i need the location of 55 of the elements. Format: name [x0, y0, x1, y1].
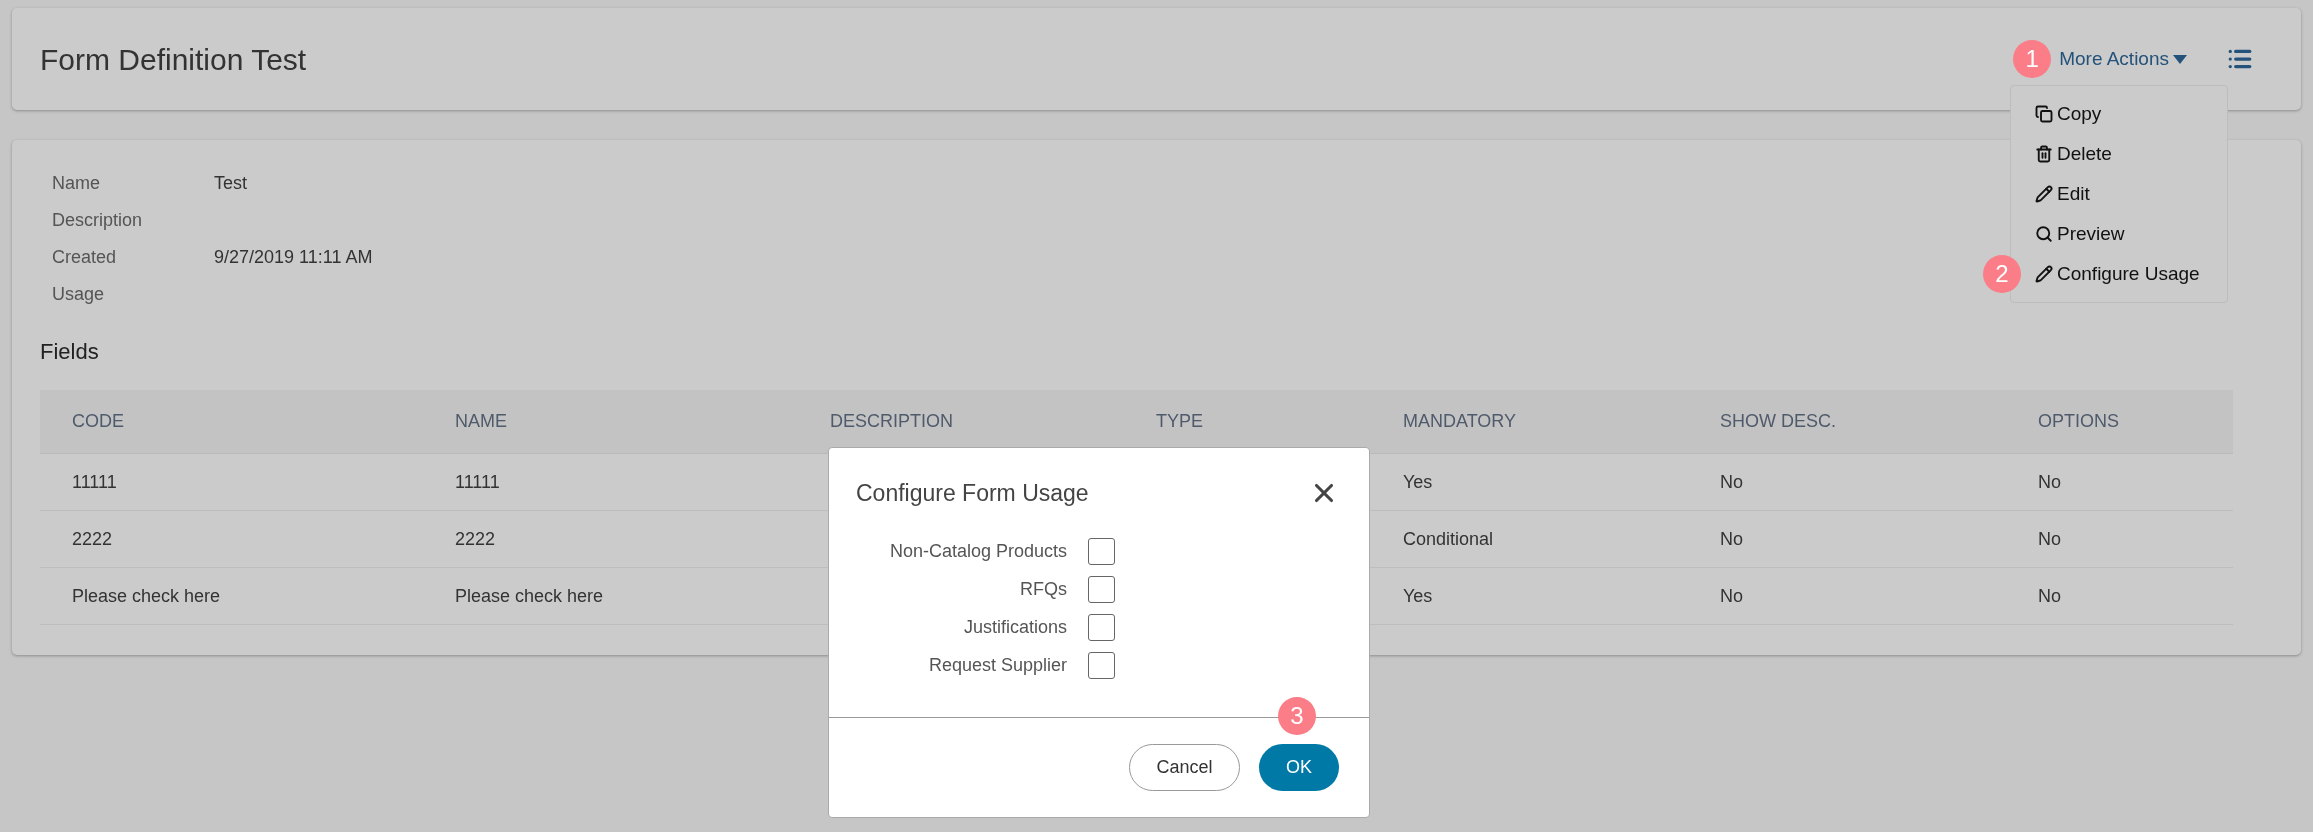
column-header: SHOW DESC. — [1720, 411, 1836, 431]
table-cell: No — [1720, 585, 1743, 606]
table-cell: No — [2038, 585, 2061, 606]
table-cell: No — [1720, 528, 1743, 549]
section-title: Fields — [40, 338, 100, 366]
option-label: Request Supplier — [927, 654, 1067, 677]
checkbox[interactable] — [1088, 652, 1115, 679]
detail-label: Usage — [52, 283, 106, 306]
more-actions-button[interactable]: More Actions — [2059, 44, 2187, 74]
menu-item[interactable]: Preview — [2035, 214, 2125, 254]
pencil-icon — [2035, 185, 2053, 203]
menu-item[interactable]: Copy — [2035, 94, 2102, 134]
column-header: OPTIONS — [2038, 411, 2119, 431]
column-header: NAME — [455, 411, 507, 431]
checkbox[interactable] — [1088, 538, 1115, 565]
detail-label: Name — [52, 172, 101, 195]
checkbox[interactable] — [1088, 614, 1115, 641]
column-header: CODE — [72, 411, 124, 431]
cancel-button[interactable]: Cancel — [1129, 744, 1240, 791]
table-cell: 11111 — [455, 471, 500, 492]
table-cell: Yes — [1403, 471, 1433, 492]
detail-value: 9/27/2019 11:11 AM — [214, 246, 373, 269]
table-cell: Conditional — [1403, 528, 1494, 549]
step-badge: 3 — [1278, 697, 1316, 735]
pencil-icon — [2035, 265, 2053, 283]
option-label: RFQs — [1019, 578, 1067, 601]
table-cell: No — [2038, 528, 2061, 549]
copy-icon — [2035, 105, 2053, 123]
menu-item[interactable]: Edit — [2035, 174, 2090, 214]
detail-label: Description — [52, 209, 144, 232]
table-cell: 2222 — [455, 528, 496, 549]
table-cell: 11111 — [72, 471, 117, 492]
column-header: MANDATORY — [1403, 411, 1517, 431]
table-cell: Yes — [1403, 585, 1433, 606]
table-cell: Please check here — [72, 585, 221, 606]
dialog-title: Configure Form Usage — [856, 478, 1089, 508]
menu-item[interactable]: Configure Usage — [2035, 254, 2200, 294]
table-cell: Please check here — [455, 585, 604, 606]
step-badge: 1 — [2013, 40, 2052, 78]
checkbox[interactable] — [1088, 576, 1115, 603]
column-header: TYPE — [1156, 411, 1203, 431]
table-cell: No — [1720, 471, 1743, 492]
table-cell: No — [2038, 471, 2061, 492]
table-cell: 2222 — [72, 528, 113, 549]
option-label: Justifications — [962, 616, 1067, 639]
menu-item[interactable]: Delete — [2035, 134, 2112, 174]
page-title: Form Definition Test — [40, 41, 307, 78]
detail-value: Test — [214, 172, 247, 195]
column-header: DESCRIPTION — [830, 411, 953, 431]
detail-label: Created — [52, 246, 118, 269]
trash-icon — [2035, 145, 2053, 163]
caret-icon — [2173, 54, 2187, 64]
option-label: Non-Catalog Products — [888, 540, 1067, 563]
search-icon — [2035, 225, 2053, 243]
ok-button[interactable]: OK — [1259, 744, 1339, 791]
